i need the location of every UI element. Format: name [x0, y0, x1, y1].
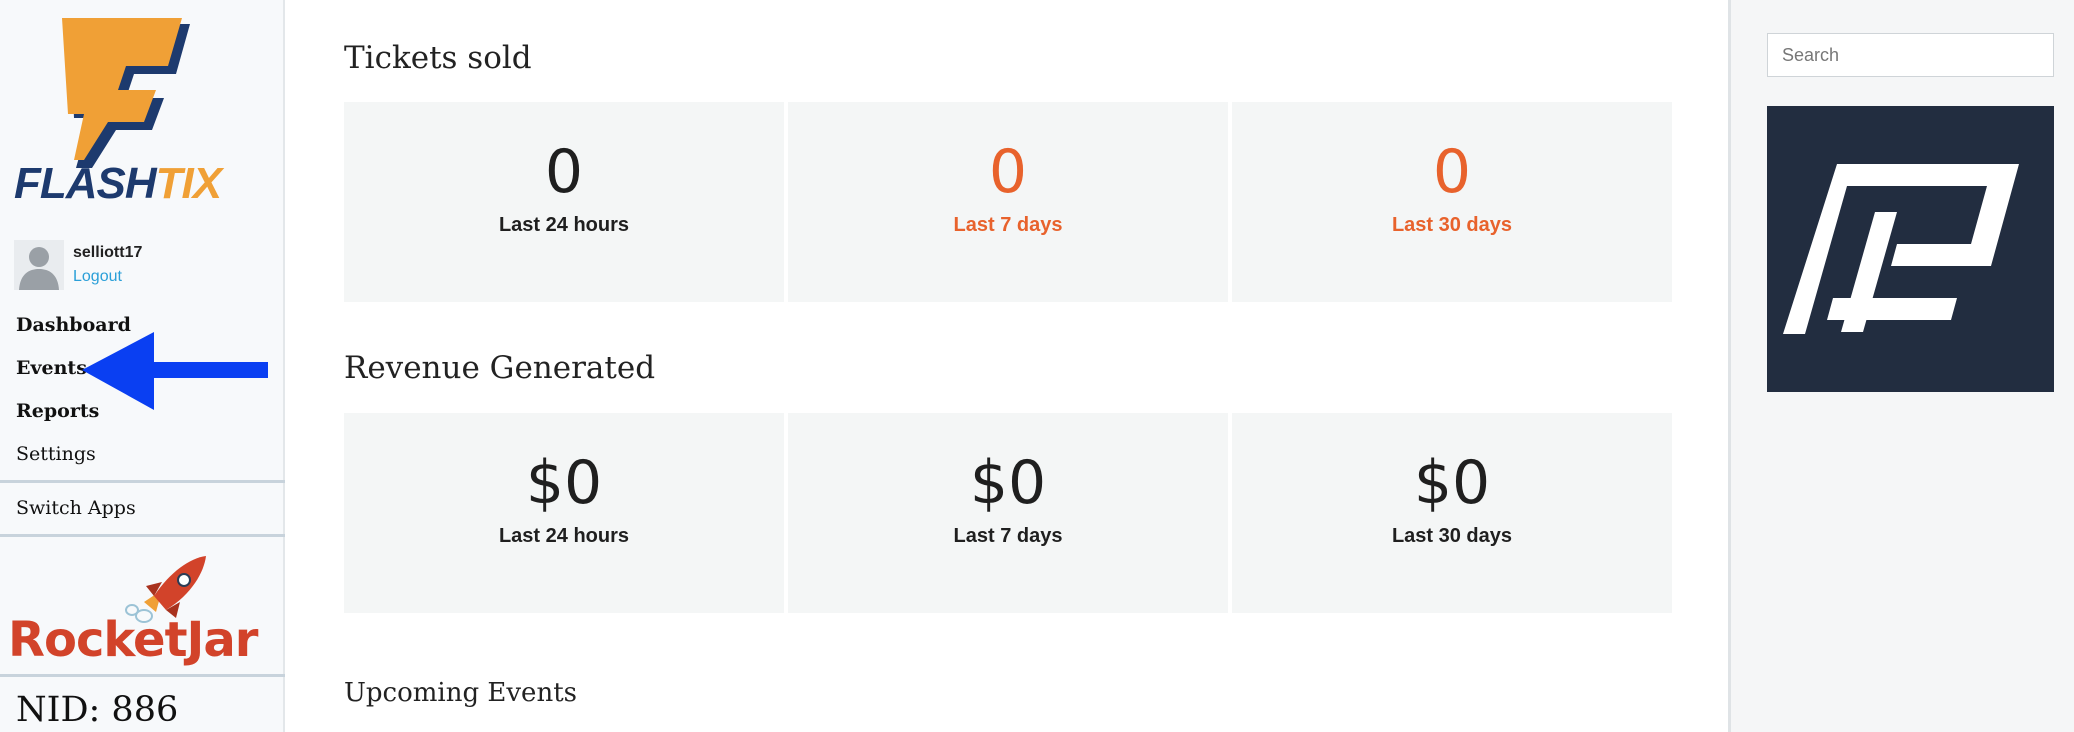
main-content: Tickets sold 0 Last 24 hours 0 Last 7 da…: [287, 0, 1728, 732]
stat-label: Last 30 days: [1391, 214, 1513, 236]
nid-label: NID: 886: [16, 690, 179, 730]
revenue-card-24h: $0 Last 24 hours: [344, 413, 784, 613]
divider: [0, 534, 285, 537]
divider: [0, 674, 285, 677]
stat-label: Last 30 days: [1391, 525, 1513, 547]
sidebar: FLASHTIX selliott17 Logout Dashboard Eve…: [0, 0, 285, 732]
tickets-card-7d: 0 Last 7 days: [788, 102, 1228, 302]
right-panel: [1728, 0, 2074, 732]
user-silhouette-icon: [19, 247, 59, 290]
stat-value: 0: [1432, 137, 1472, 207]
stat-value: $0: [1413, 448, 1491, 518]
search-input[interactable]: [1767, 33, 2054, 77]
stat-value: 0: [988, 137, 1028, 207]
brand-logo-tile[interactable]: [1767, 106, 2054, 392]
stat-value: 0: [544, 137, 584, 207]
stat-label: Last 24 hours: [498, 214, 630, 236]
nav-dashboard[interactable]: Dashboard: [16, 314, 131, 336]
flashtix-wordmark[interactable]: FLASHTIX: [14, 159, 222, 208]
revenue-card-30d: $0 Last 30 days: [1232, 413, 1672, 613]
nav-settings[interactable]: Settings: [16, 443, 96, 465]
avatar[interactable]: [14, 240, 64, 290]
nav-reports[interactable]: Reports: [16, 400, 99, 422]
logo-text-tix: TIX: [155, 159, 222, 208]
logout-link[interactable]: Logout: [73, 268, 122, 286]
stat-value: $0: [525, 448, 603, 518]
brand-monogram-icon: [1783, 164, 2019, 334]
upcoming-events-title: Upcoming Events: [344, 678, 577, 708]
divider: [0, 480, 285, 483]
tickets-card-24h: 0 Last 24 hours: [344, 102, 784, 302]
revenue-card-7d: $0 Last 7 days: [788, 413, 1228, 613]
stat-label: Last 7 days: [953, 525, 1063, 547]
tickets-card-30d: 0 Last 30 days: [1232, 102, 1672, 302]
stat-label: Last 7 days: [953, 214, 1063, 236]
stat-value: $0: [969, 448, 1047, 518]
rocketjar-logo[interactable]: RocketJar: [8, 612, 258, 668]
logo-text-flash: FLASH: [14, 159, 157, 208]
stat-label: Last 24 hours: [498, 525, 630, 547]
revenue-generated-title: Revenue Generated: [344, 350, 656, 386]
nav-switch-apps[interactable]: Switch Apps: [16, 497, 136, 519]
username: selliott17: [73, 244, 143, 261]
tickets-sold-title: Tickets sold: [344, 40, 532, 76]
nav-events[interactable]: Events: [16, 357, 87, 379]
user-block: selliott17 Logout: [14, 240, 274, 292]
